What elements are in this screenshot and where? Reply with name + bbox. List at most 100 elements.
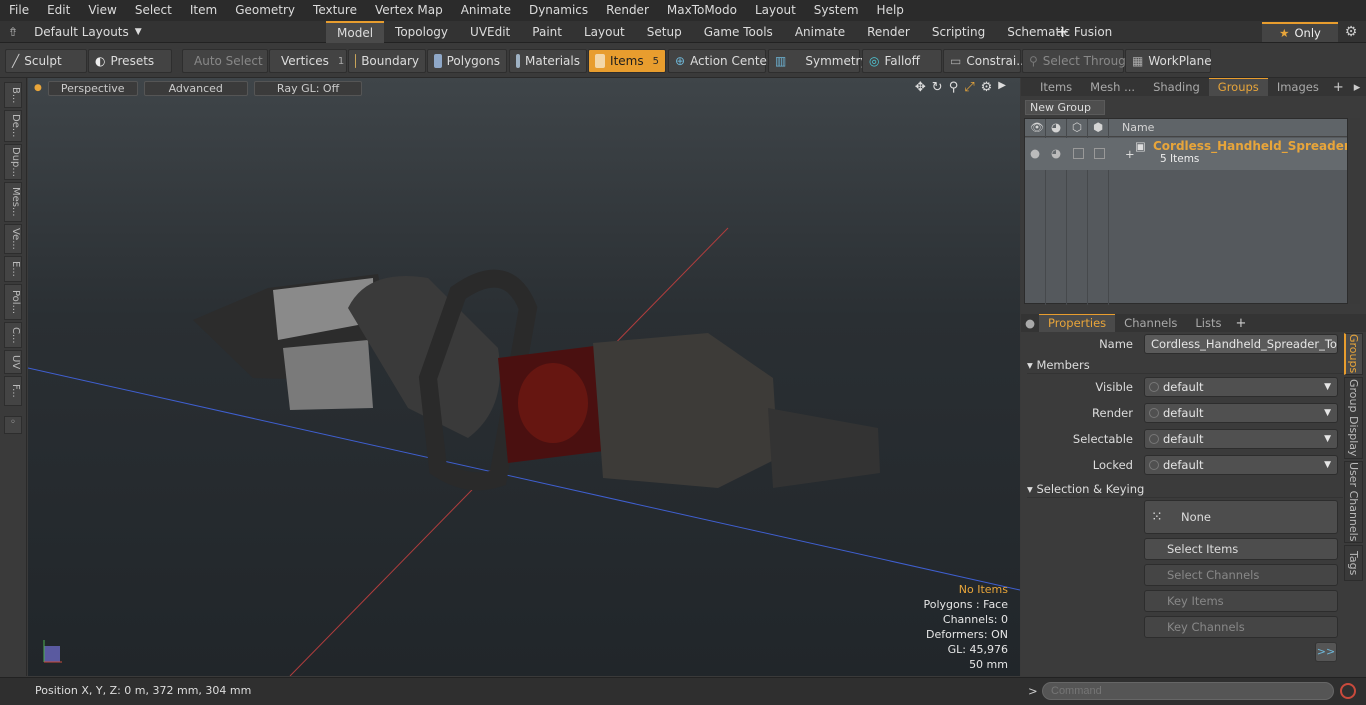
polygons-label: Polygons — [446, 54, 500, 68]
add-props-tab-icon[interactable]: + — [1231, 315, 1252, 332]
action-center-button[interactable]: ⊕ Action Center — [668, 49, 772, 73]
vertices-button[interactable]: Vertices 1 — [269, 49, 347, 73]
layouts-icon: ⇮ — [8, 25, 19, 39]
tool-tab-curve[interactable]: C... — [4, 322, 22, 348]
none-button[interactable]: ⁙ None — [1144, 500, 1338, 534]
row-lock-checkbox[interactable] — [1073, 148, 1084, 159]
polygons-button[interactable]: Polygons — [427, 49, 507, 73]
panel-menu-icon-2[interactable]: ● — [1021, 315, 1039, 332]
locked-dropdown[interactable]: default ▼ — [1144, 455, 1338, 475]
gear-icon[interactable]: ⚙ — [1340, 21, 1362, 43]
menu-item[interactable]: Item — [181, 0, 226, 21]
3d-viewport[interactable]: ● Perspective Advanced Ray GL: Off ✥ ↻ ⚲… — [28, 78, 1020, 676]
tab-groups[interactable]: Groups — [1208, 78, 1268, 96]
expand-plus-icon[interactable]: + — [1125, 147, 1135, 161]
falloff-button[interactable]: ◎ Falloff — [862, 49, 942, 73]
group-name-field[interactable]: Cordless_Handheld_Spreader_Tool_Di — [1144, 334, 1338, 354]
tab-lists[interactable]: Lists — [1186, 315, 1230, 332]
workplane-button[interactable]: ▦ WorkPlane — [1125, 49, 1212, 73]
select-channels-button[interactable]: Select Channels — [1144, 564, 1338, 586]
menu-file[interactable]: File — [0, 0, 38, 21]
expand-tools-icon[interactable]: ◦ — [4, 416, 22, 434]
tab-mesh[interactable]: Mesh ... — [1081, 79, 1144, 96]
row-eye-icon[interactable]: ● — [1030, 146, 1040, 160]
tool-tab-basic[interactable]: B... — [4, 82, 22, 108]
menu-system[interactable]: System — [805, 0, 868, 21]
tab-images[interactable]: Images — [1268, 79, 1328, 96]
menu-layout[interactable]: Layout — [746, 0, 805, 21]
key-items-button[interactable]: Key Items — [1144, 590, 1338, 612]
tab-scripting[interactable]: Scripting — [921, 21, 996, 43]
only-toggle[interactable]: ★ Only — [1262, 22, 1338, 42]
tool-tab-edge[interactable]: E... — [4, 256, 22, 282]
tab-model[interactable]: Model — [326, 21, 385, 43]
menu-help[interactable]: Help — [868, 0, 913, 21]
vtab-user-channels[interactable]: User Channels — [1344, 461, 1363, 543]
members-section[interactable]: ▾ Members — [1027, 358, 1343, 374]
tab-uvedit[interactable]: UVEdit — [459, 21, 521, 43]
tab-paint[interactable]: Paint — [521, 21, 573, 43]
tab-shading[interactable]: Shading — [1144, 79, 1209, 96]
tab-layout[interactable]: Layout — [573, 21, 636, 43]
auto-select-button[interactable]: Auto Select — [182, 49, 268, 73]
tab-channels[interactable]: Channels — [1115, 315, 1186, 332]
group-row[interactable]: ● ◕ + ▣ Cordless_Handheld_Spreader_T... … — [1025, 138, 1347, 170]
menu-select[interactable]: Select — [126, 0, 181, 21]
menu-view[interactable]: View — [79, 0, 125, 21]
key-channels-button[interactable]: Key Channels — [1144, 616, 1338, 638]
render-dropdown[interactable]: default ▼ — [1144, 403, 1338, 423]
select-through-button[interactable]: ⚲ Select Through — [1022, 49, 1133, 73]
visible-key-icon[interactable] — [1149, 382, 1159, 392]
tool-tab-duplicate[interactable]: Dup... — [4, 144, 22, 180]
layouts-dropdown[interactable]: ⇮ Default Layouts ▼ — [0, 21, 142, 43]
row-render-icon[interactable]: ◕ — [1051, 146, 1061, 160]
items-button[interactable]: Items 5 — [588, 49, 666, 73]
tab-animate[interactable]: Animate — [784, 21, 856, 43]
materials-button[interactable]: Materials — [509, 49, 587, 73]
select-items-button[interactable]: Select Items — [1144, 538, 1338, 560]
visible-dropdown[interactable]: default ▼ — [1144, 377, 1338, 397]
command-input[interactable] — [1042, 682, 1334, 700]
more-button[interactable]: >> — [1315, 642, 1337, 662]
constraints-button[interactable]: ▭ Constrai... — [943, 49, 1028, 73]
menu-render[interactable]: Render — [597, 0, 658, 21]
menu-vertex-map[interactable]: Vertex Map — [366, 0, 452, 21]
sculpt-button[interactable]: ╱ Sculpt — [5, 49, 87, 73]
panel-menu-icon[interactable]: ▸ — [1349, 79, 1366, 96]
new-group-button[interactable]: New Group — [1025, 100, 1105, 115]
selection-keying-section[interactable]: ▾ Selection & Keying — [1027, 482, 1343, 498]
tool-tab-uv[interactable]: UV — [4, 350, 22, 374]
tab-properties[interactable]: Properties — [1039, 314, 1116, 332]
tab-items[interactable]: Items — [1031, 79, 1081, 96]
selectable-dropdown[interactable]: default ▼ — [1144, 429, 1338, 449]
render-key-icon[interactable] — [1149, 408, 1159, 418]
vtab-tags[interactable]: Tags — [1344, 545, 1363, 581]
menu-texture[interactable]: Texture — [304, 0, 366, 21]
tool-tab-vertex[interactable]: Ve... — [4, 224, 22, 254]
menu-maxtomodo[interactable]: MaxToModo — [658, 0, 746, 21]
menu-animate[interactable]: Animate — [452, 0, 520, 21]
tool-tab-polygon[interactable]: Pol... — [4, 284, 22, 320]
vtab-groups[interactable]: Groups — [1344, 333, 1363, 375]
symmetry-button[interactable]: ▥ Symmetry — [768, 49, 868, 73]
presets-button[interactable]: ◐ Presets — [88, 49, 172, 73]
tab-render[interactable]: Render — [856, 21, 921, 43]
tab-game-tools[interactable]: Game Tools — [693, 21, 784, 43]
boundary-button[interactable]: Boundary — [348, 49, 426, 73]
vtab-group-display[interactable]: Group Display — [1344, 377, 1363, 459]
menu-edit[interactable]: Edit — [38, 0, 79, 21]
groups-scrollbar[interactable] — [1350, 118, 1360, 304]
menu-dynamics[interactable]: Dynamics — [520, 0, 597, 21]
tool-tab-fusion[interactable]: F... — [4, 376, 22, 406]
add-tab-icon[interactable]: + — [1056, 21, 1072, 43]
tool-tab-deform[interactable]: De... — [4, 110, 22, 142]
tab-topology[interactable]: Topology — [384, 21, 459, 43]
row-select-checkbox[interactable] — [1094, 148, 1105, 159]
tool-tab-mesh[interactable]: Mes... — [4, 182, 22, 222]
tab-setup[interactable]: Setup — [636, 21, 693, 43]
locked-key-icon[interactable] — [1149, 460, 1159, 470]
menu-geometry[interactable]: Geometry — [226, 0, 304, 21]
record-icon[interactable] — [1340, 683, 1356, 699]
add-panel-tab-icon[interactable]: + — [1328, 79, 1349, 96]
selectable-key-icon[interactable] — [1149, 434, 1159, 444]
